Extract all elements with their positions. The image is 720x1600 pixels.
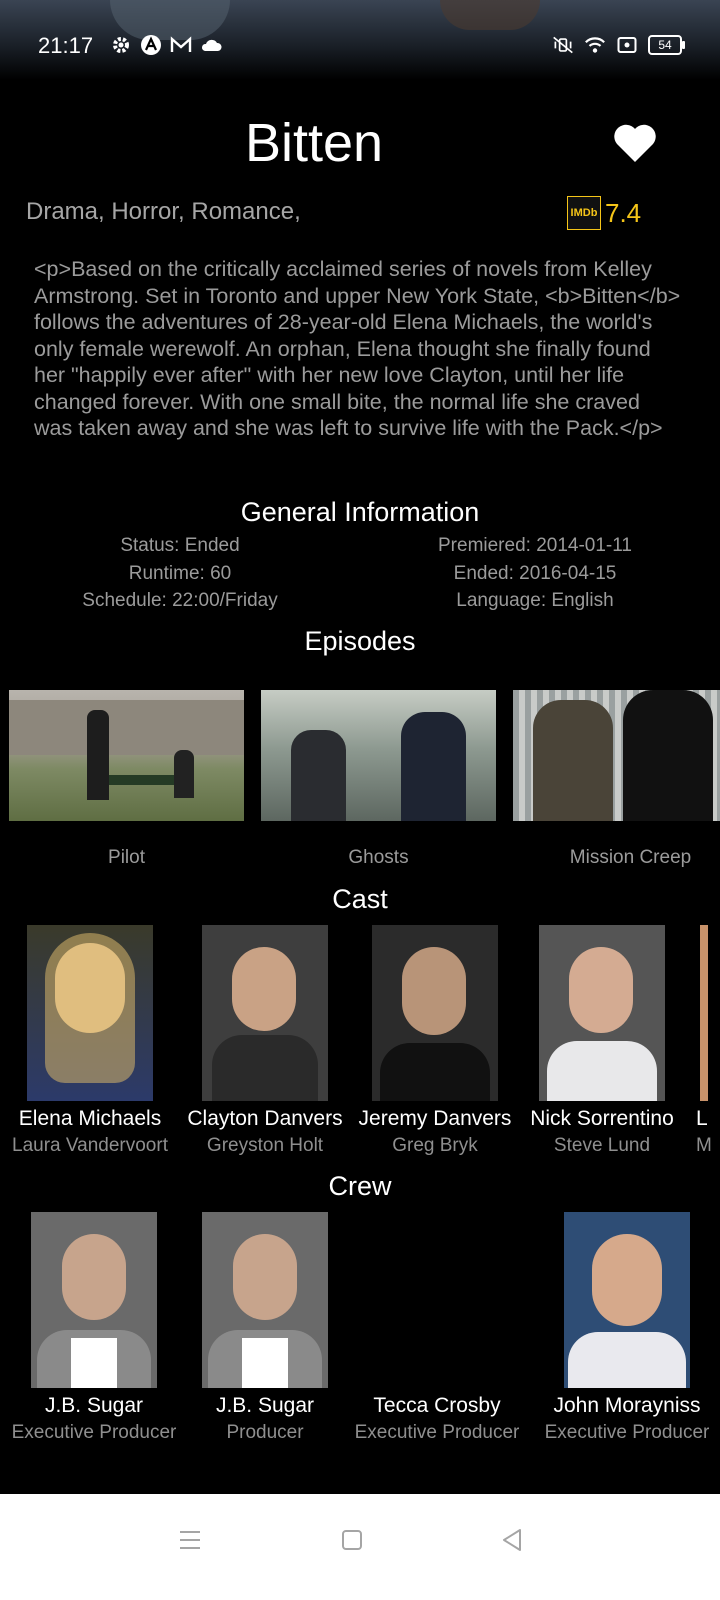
crew-role: Executive Producer [11,1422,177,1443]
show-title: Bitten [244,113,384,173]
cast-photo [372,925,498,1101]
imdb-score: 7.4 [605,197,642,228]
imdb-logo-icon: IMDb [567,196,601,230]
crew-name: J.B. Sugar [44,1394,144,1417]
crew-name: J.B. Sugar [215,1394,315,1417]
back-triangle-icon[interactable] [492,1520,532,1560]
menu-icon[interactable] [170,1520,210,1560]
crew-role: Producer [226,1422,304,1443]
status-time: 21:17 [38,33,94,58]
wifi-icon [584,34,606,56]
cast-photo [202,925,328,1101]
cast-actor-name: Greg Bryk [392,1135,478,1156]
cast-card[interactable]: Clayton Danvers Greyston Holt [180,925,350,1157]
crew-card[interactable]: John Morayniss Executive Producer [534,1212,720,1444]
cast-character-name: Nick Sorrentino [530,1107,674,1130]
show-description: <p>Based on the critically acclaimed ser… [34,257,681,440]
crew-role: Executive Producer [354,1422,520,1443]
cast-actor-name: M [696,1135,712,1156]
crew-role: Executive Producer [544,1422,710,1443]
episode-card[interactable]: Mission Creep [513,690,720,868]
status-bar: 21:17 54 [0,0,720,92]
crew-card[interactable]: Tecca Crosby Executive Producer [350,1212,524,1444]
cast-card[interactable]: Nick Sorrentino Steve Lund [522,925,682,1157]
gear-icon [110,34,132,56]
cast-character-name: Jeremy Danvers [358,1107,512,1130]
crew-photo [202,1212,328,1388]
favorite-heart-icon[interactable] [612,122,658,164]
episodes-carousel[interactable]: Pilot Ghosts Mission Creep [9,690,720,880]
cast-heading: Cast [332,884,388,914]
app-a-icon [140,34,162,56]
crew-photo-empty [374,1212,500,1388]
cast-card[interactable]: Elena Michaels Laura Vandervoort [0,925,180,1157]
cast-card[interactable]: Jeremy Danvers Greg Bryk [350,925,520,1157]
battery-icon: 54 [648,35,685,55]
status-value: Status: Ended [120,535,240,556]
genres-text: Drama, Horror, Romance, [26,198,301,225]
cast-photo [539,925,665,1101]
crew-card[interactable]: J.B. Sugar Executive Producer [4,1212,184,1444]
crew-name: John Morayniss [553,1394,701,1417]
cast-character-name: Clayton Danvers [187,1107,343,1130]
crew-photo [31,1212,157,1388]
cast-photo [700,925,708,1101]
cast-actor-name: Steve Lund [553,1135,651,1156]
crew-name: Tecca Crosby [373,1394,501,1417]
premiered-value: Premiered: 2014-01-11 [438,535,632,556]
cast-character-name: Elena Michaels [18,1107,162,1130]
mute-vibrate-icon [552,34,574,56]
episode-card[interactable]: Pilot [9,690,244,868]
crew-heading: Crew [328,1171,392,1201]
crew-card[interactable]: J.B. Sugar Producer [184,1212,346,1444]
imdb-rating: IMDb 7.4 [567,196,641,230]
language-value: Language: English [456,590,614,611]
screen-record-icon [616,34,638,56]
episodes-heading: Episodes [304,626,416,656]
episode-name: Ghosts [348,847,409,868]
general-info-heading: General Information [240,497,480,527]
cloud-icon [200,34,222,56]
schedule-value: Schedule: 22:00/Friday [82,590,278,611]
episode-thumbnail [513,690,720,821]
episode-thumbnail [9,690,244,821]
crew-photo [564,1212,690,1388]
mail-icon [170,34,192,56]
cast-photo [27,925,153,1101]
system-nav-bar [0,1494,720,1600]
runtime-value: Runtime: 60 [128,562,232,584]
home-square-icon[interactable] [332,1520,372,1560]
cast-character-name: L [696,1107,708,1130]
episode-card[interactable]: Ghosts [261,690,496,868]
episode-name: Pilot [108,847,145,868]
ended-value: Ended: 2016-04-15 [453,562,617,584]
episode-thumbnail [261,690,496,821]
cast-actor-name: Greyston Holt [206,1135,324,1156]
episode-name: Mission Creep [569,847,692,868]
cast-actor-name: Laura Vandervoort [12,1135,168,1156]
cast-card[interactable]: L M [696,925,720,1157]
